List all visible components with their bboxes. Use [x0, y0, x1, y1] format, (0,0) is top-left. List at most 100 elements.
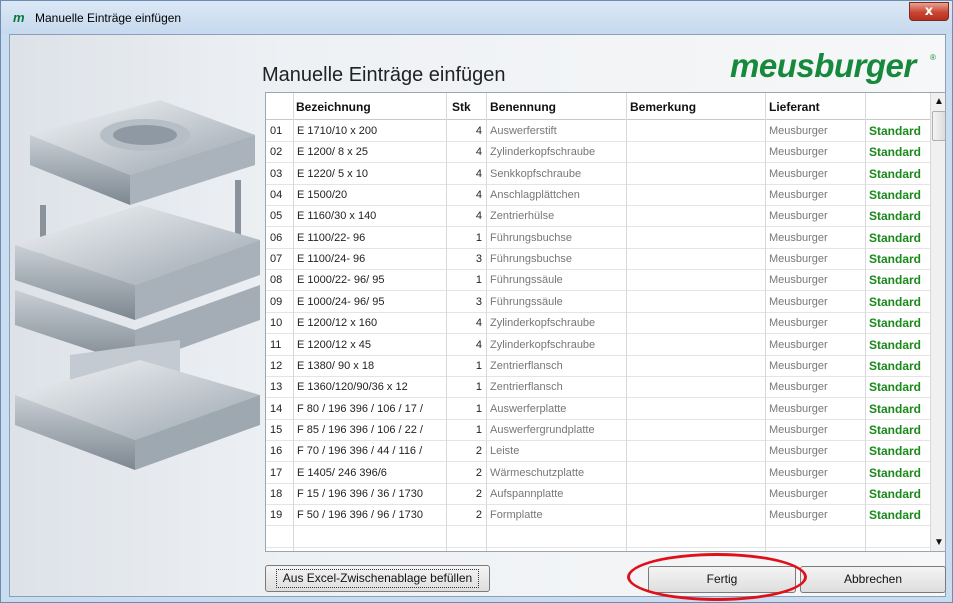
title-bar: m Manuelle Einträge einfügen x — [1, 1, 952, 34]
table-row[interactable]: 05 E 1160/30 x 140 4 Zentrierhülse Meusburge… — [266, 206, 930, 228]
scroll-down-icon[interactable]: ▼ — [931, 534, 945, 551]
row-index: 02 — [270, 146, 283, 159]
col-benennung[interactable]: Benennung — [490, 100, 556, 114]
abbrechen-button[interactable]: Abbrechen — [800, 566, 946, 593]
row-bezeichnung: E 1500/20 — [297, 189, 348, 202]
row-benennung: Leiste — [490, 445, 520, 458]
col-stk[interactable]: Stk — [452, 100, 471, 114]
row-lieferant: Meusburger — [769, 210, 828, 223]
row-lieferant: Meusburger — [769, 253, 828, 266]
table-row[interactable]: 18 F 15 / 196 396 / 36 / 1730 2 Aufspannpla… — [266, 484, 930, 505]
vertical-scrollbar[interactable]: ▲ ▼ — [930, 93, 945, 551]
row-index: 10 — [270, 317, 283, 330]
table-row[interactable]: 12 E 1380/ 90 x 18 1 Zentrierflansch Meusbur… — [266, 356, 930, 377]
table-row[interactable]: 08 E 1000/22- 96/ 95 1 Führungssäule Meusbur… — [266, 270, 930, 292]
table-row[interactable]: 03 E 1220/ 5 x 10 4 Senkkopfschraube Meusbur… — [266, 164, 930, 185]
row-lieferant: Meusburger — [769, 487, 828, 500]
table-row[interactable]: 19 F 50 / 196 396 / 96 / 1730 2 Formplatte M… — [266, 505, 930, 527]
row-status: Standard — [869, 166, 922, 181]
col-bemerkung[interactable]: Bemerkung — [630, 100, 696, 114]
row-index: 07 — [270, 253, 283, 266]
row-index: 01 — [270, 125, 283, 137]
row-status: Standard — [869, 209, 922, 224]
row-index: 12 — [270, 359, 283, 372]
brand-logo: meusburger — [730, 47, 916, 84]
row-lieferant: Meusburger — [769, 466, 828, 479]
col-bezeichnung[interactable]: Bezeichnung — [296, 100, 371, 114]
row-benennung: Führungsbuchse — [490, 253, 572, 266]
row-lieferant: Meusburger — [769, 445, 828, 458]
row-benennung: Zylinderkopfschraube — [490, 146, 596, 159]
row-bezeichnung: E 1200/12 x 45 — [297, 338, 372, 351]
table-header: Bezeichnung Stk Benennung Bemerkung Lief… — [266, 93, 945, 120]
row-benennung: Zentrierflansch — [490, 381, 563, 394]
scroll-thumb[interactable] — [932, 111, 945, 141]
row-lieferant: Meusburger — [769, 231, 828, 244]
row-status: Standard — [869, 358, 922, 373]
table-row[interactable]: 11 E 1200/12 x 45 4 Zylinderkopfschraube Meu… — [266, 335, 930, 356]
row-index: 11 — [270, 338, 282, 351]
table-row[interactable]: 15 F 85 / 196 396 / 106 / 22 / 1 Auswerferg… — [266, 420, 930, 441]
row-bezeichnung: E 1380/ 90 x 18 — [297, 359, 375, 372]
row-index: 17 — [270, 466, 283, 479]
entries-table: Bezeichnung Stk Benennung Bemerkung Lief… — [265, 92, 946, 552]
row-index: 05 — [270, 210, 283, 223]
row-stk: 1 — [475, 402, 482, 415]
row-bezeichnung: E 1220/ 5 x 10 — [297, 167, 368, 180]
table-row[interactable]: 04 E 1500/20 4 Anschlagplättchen Meusburger S… — [266, 185, 930, 207]
table-row[interactable]: 14 F 80 / 196 396 / 106 / 17 / 1 Auswerferp… — [266, 399, 930, 420]
row-index: 15 — [270, 423, 283, 436]
row-bezeichnung: E 1100/22- 96 — [297, 231, 366, 244]
row-index: 14 — [270, 402, 283, 415]
row-status: Standard — [869, 444, 922, 459]
row-bezeichnung: F 50 / 196 396 / 96 / 1730 — [297, 509, 423, 522]
row-stk: 1 — [475, 423, 482, 436]
col-lieferant[interactable]: Lieferant — [769, 100, 820, 114]
row-bezeichnung: E 1160/30 x 140 — [297, 210, 377, 223]
table-row[interactable]: 09 E 1000/24- 96/ 95 3 Führungssäule Meusbur… — [266, 292, 930, 313]
table-row[interactable]: 01 E 1710/10 x 200 4 Auswerferstift Meusburg… — [266, 121, 930, 142]
row-bezeichnung: F 85 / 196 396 / 106 / 22 / — [297, 423, 423, 436]
row-benennung: Auswerferstift — [490, 125, 557, 137]
col-divider — [765, 93, 766, 551]
row-stk: 4 — [475, 167, 482, 180]
row-benennung: Zylinderkopfschraube — [490, 317, 596, 330]
row-benennung: Auswerferplatte — [490, 402, 567, 415]
row-status: Standard — [869, 465, 922, 480]
row-stk: 3 — [475, 295, 482, 308]
row-index: 04 — [270, 189, 283, 202]
row-stk: 4 — [475, 125, 482, 137]
scroll-up-icon[interactable]: ▲ — [931, 93, 945, 110]
table-row[interactable]: 16 F 70 / 196 396 / 44 / 116 / 2 Leiste Meus… — [266, 441, 930, 463]
row-stk: 4 — [475, 317, 482, 330]
row-lieferant: Meusburger — [769, 359, 828, 372]
table-row[interactable]: 10 E 1200/12 x 160 4 Zylinderkopfschraube Me… — [266, 313, 930, 335]
row-bezeichnung: F 70 / 196 396 / 44 / 116 / — [297, 445, 423, 458]
table-row[interactable]: 17 E 1405/ 246 396/6 2 Wärmeschutzplatte Meu… — [266, 463, 930, 484]
row-bezeichnung: E 1360/120/90/36 x 12 — [297, 381, 408, 394]
row-status: Standard — [869, 230, 922, 245]
table-row-empty[interactable] — [266, 527, 930, 548]
col-divider — [446, 93, 447, 551]
row-stk: 2 — [475, 487, 482, 500]
row-status: Standard — [869, 124, 922, 138]
row-status: Standard — [869, 337, 922, 352]
row-index: 09 — [270, 295, 283, 308]
row-status: Standard — [869, 422, 922, 437]
table-row[interactable]: 06 E 1100/22- 96 1 Führungsbuchse Meusburger… — [266, 228, 930, 249]
close-button[interactable]: x — [909, 2, 949, 21]
row-status: Standard — [869, 486, 922, 501]
row-benennung: Auswerfergrundplatte — [490, 423, 595, 436]
row-lieferant: Meusburger — [769, 381, 828, 394]
row-status: Standard — [869, 294, 922, 309]
table-row[interactable]: 13 E 1360/120/90/36 x 12 1 Zentrierflansch M… — [266, 377, 930, 399]
row-stk: 2 — [475, 445, 482, 458]
excel-fill-button[interactable]: Aus Excel-Zwischenablage befüllen — [265, 565, 490, 592]
row-index: 18 — [270, 487, 283, 500]
row-status: Standard — [869, 316, 922, 331]
row-lieferant: Meusburger — [769, 402, 828, 415]
table-row[interactable]: 07 E 1100/24- 96 3 Führungsbuchse Meusburger… — [266, 249, 930, 271]
dialog-body: Manuelle Einträge einfügen meusburger ® … — [9, 34, 946, 601]
row-status: Standard — [869, 508, 922, 523]
table-row[interactable]: 02 E 1200/ 8 x 25 4 Zylinderkopfschraube Meu… — [266, 142, 930, 164]
